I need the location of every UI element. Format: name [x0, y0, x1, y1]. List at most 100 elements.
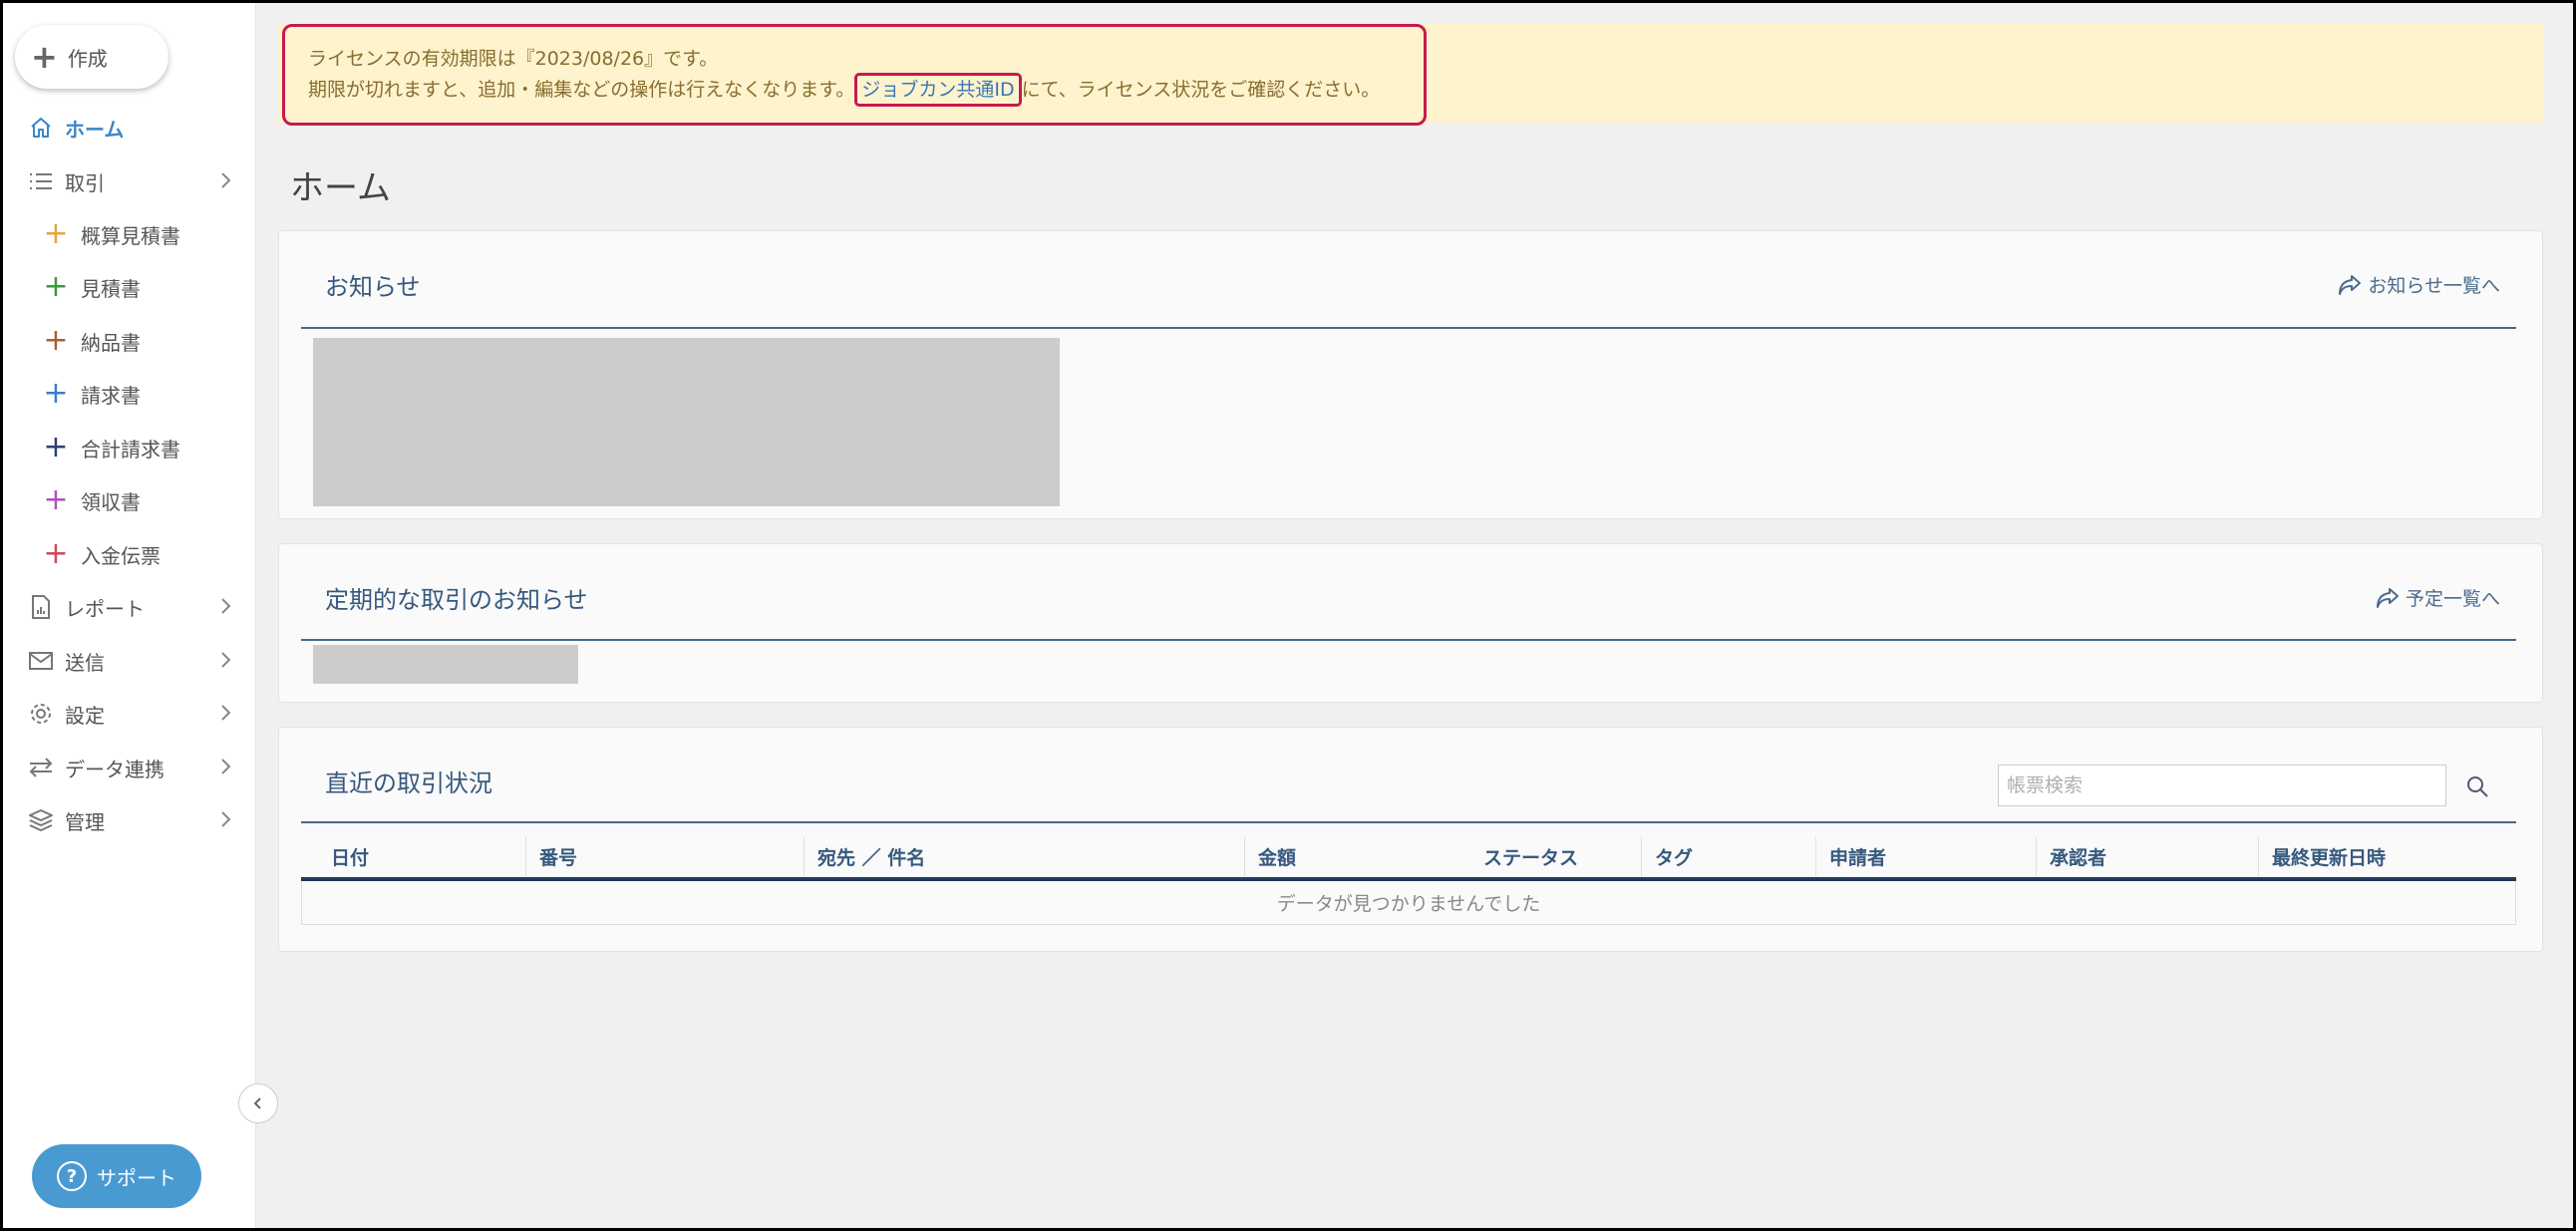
sidebar-subitem-label: 請求書: [81, 383, 141, 408]
sidebar-item-label: データ連携: [65, 757, 164, 781]
sidebar-subitem-payment-slip[interactable]: + 入金伝票: [3, 529, 256, 579]
column-header-tag[interactable]: タグ: [1655, 843, 1693, 870]
schedule-list-link-label: 予定一覧へ: [2405, 588, 2500, 610]
plus-icon: +: [43, 376, 69, 411]
column-divider: [1641, 837, 1642, 882]
chevron-right-icon: [221, 705, 231, 721]
column-header-date[interactable]: 日付: [331, 843, 369, 870]
column-header-status[interactable]: ステータス: [1483, 843, 1578, 870]
license-warning-suffix: にて、ライセンス状況をご確認ください。: [1021, 79, 1381, 101]
notices-title: お知らせ: [325, 273, 421, 301]
list-icon: [27, 167, 55, 195]
divider: [301, 639, 2516, 641]
sidebar-subitem-label: 納品書: [81, 330, 141, 355]
recent-title: 直近の取引状況: [325, 769, 492, 797]
support-button[interactable]: ? サポート: [32, 1144, 201, 1208]
sidebar-item-label: 送信: [65, 650, 105, 675]
chevron-right-icon: [221, 598, 231, 614]
license-warning-text: 期限が切れますと、追加・編集などの操作は行えなくなります。 ジョブカン共通ID にて…: [308, 73, 1381, 107]
recurring-panel: 定期的な取引のお知らせ 予定一覧へ: [278, 543, 2543, 703]
sidebar-subitem-label: 入金伝票: [81, 543, 161, 568]
divider: [301, 327, 2516, 329]
sidebar-item-label: 管理: [65, 809, 105, 834]
column-divider: [525, 837, 526, 882]
search-icon: [2467, 776, 2488, 797]
sidebar-subitem-rough-estimate[interactable]: + 概算見積書: [3, 209, 256, 259]
column-header-approver[interactable]: 承認者: [2050, 843, 2106, 870]
sidebar-item-report[interactable]: レポート: [3, 582, 256, 632]
notices-list-link[interactable]: お知らせ一覧へ: [2338, 271, 2500, 298]
sidebar-subitem-label: 領収書: [81, 489, 141, 514]
sidebar-subitem-total-invoice[interactable]: + 合計請求書: [3, 423, 256, 472]
share-arrow-icon: [2339, 274, 2362, 295]
table-empty-row: データが見つかりませんでした: [301, 881, 2516, 925]
column-divider: [1815, 837, 1816, 882]
notice-content-placeholder: [313, 338, 1060, 506]
sidebar-subitem-label: 合計請求書: [81, 437, 180, 462]
home-icon: [27, 114, 55, 142]
sidebar-item-label: 取引: [65, 170, 105, 195]
sidebar-item-send[interactable]: 送信: [3, 636, 256, 686]
column-header-number[interactable]: 番号: [539, 843, 577, 870]
support-button-label: サポート: [97, 1165, 176, 1190]
create-button[interactable]: + 作成: [15, 25, 168, 89]
sidebar-subitem-delivery-note[interactable]: + 納品書: [3, 316, 256, 366]
license-expiry-text: ライセンスの有効期限は『2023/08/26』です。: [308, 48, 719, 70]
notices-panel: お知らせ お知らせ一覧へ: [278, 230, 2543, 519]
notices-list-link-label: お知らせ一覧へ: [2368, 275, 2500, 297]
create-button-label: 作成: [67, 46, 108, 71]
sidebar: + 作成 ホーム 取引 + 概算見積書 + 見積書 + 納品書 + 請求書 + …: [3, 3, 256, 1228]
sidebar-item-data-integration[interactable]: データ連携: [3, 743, 256, 792]
column-header-amount[interactable]: 金額: [1258, 843, 1296, 870]
column-divider: [804, 837, 805, 882]
sidebar-item-home[interactable]: ホーム: [3, 103, 256, 153]
sidebar-item-transactions[interactable]: 取引: [3, 156, 256, 206]
sidebar-subitem-estimate[interactable]: + 見積書: [3, 262, 256, 312]
question-icon: ?: [57, 1161, 87, 1191]
plus-icon: +: [43, 323, 69, 358]
sidebar-item-label: 設定: [65, 703, 105, 728]
schedule-list-link[interactable]: 予定一覧へ: [2376, 584, 2500, 611]
column-header-recipient-subject[interactable]: 宛先 ／ 件名: [817, 843, 925, 870]
chevron-right-icon: [221, 759, 231, 774]
sidebar-subitem-invoice[interactable]: + 請求書: [3, 369, 256, 419]
gear-icon: [27, 700, 55, 728]
page-title: ホーム: [290, 168, 391, 208]
column-divider: [2258, 837, 2259, 882]
sidebar-item-settings[interactable]: 設定: [3, 689, 256, 739]
plus-icon: +: [43, 269, 69, 304]
recurring-content-placeholder: [313, 645, 578, 684]
chevron-right-icon: [221, 811, 231, 827]
sidebar-subitem-receipt[interactable]: + 領収書: [3, 475, 256, 525]
plus-icon: +: [43, 482, 69, 517]
chevron-right-icon: [221, 652, 231, 668]
search-button[interactable]: [2460, 769, 2494, 803]
jobcan-id-link[interactable]: ジョブカン共通ID: [854, 73, 1022, 107]
sync-icon: [27, 754, 55, 781]
app-window: + 作成 ホーム 取引 + 概算見積書 + 見積書 + 納品書 + 請求書 + …: [3, 3, 2573, 1228]
scrollbar[interactable]: [2559, 3, 2573, 1228]
report-icon: [27, 593, 55, 621]
divider: [301, 821, 2516, 823]
sidebar-item-admin[interactable]: 管理: [3, 795, 256, 845]
chevron-right-icon: [221, 172, 231, 188]
layers-icon: [27, 806, 55, 834]
mail-icon: [27, 647, 55, 675]
document-search-input[interactable]: [1998, 765, 2446, 806]
plus-icon: +: [43, 536, 69, 571]
column-header-last-updated[interactable]: 最終更新日時: [2272, 843, 2386, 870]
share-arrow-icon: [2376, 587, 2399, 608]
recent-transactions-panel: 直近の取引状況 日付 番号 宛先 ／ 件名 金額 ステータス タグ 申請者 承認…: [278, 727, 2543, 952]
sidebar-collapse-button[interactable]: [238, 1083, 278, 1123]
sidebar-subitem-label: 見積書: [81, 276, 141, 301]
recurring-title: 定期的な取引のお知らせ: [325, 586, 588, 614]
sidebar-item-label: ホーム: [65, 117, 125, 142]
plus-icon: +: [43, 430, 69, 464]
sidebar-subitem-label: 概算見積書: [81, 223, 180, 248]
chevron-left-icon: [253, 1097, 261, 1109]
plus-icon: +: [43, 216, 69, 251]
sidebar-item-label: レポート: [65, 596, 145, 621]
license-warning-prefix: 期限が切れますと、追加・編集などの操作は行えなくなります。: [308, 79, 855, 101]
column-divider: [2036, 837, 2037, 882]
column-header-applicant[interactable]: 申請者: [1829, 843, 1886, 870]
